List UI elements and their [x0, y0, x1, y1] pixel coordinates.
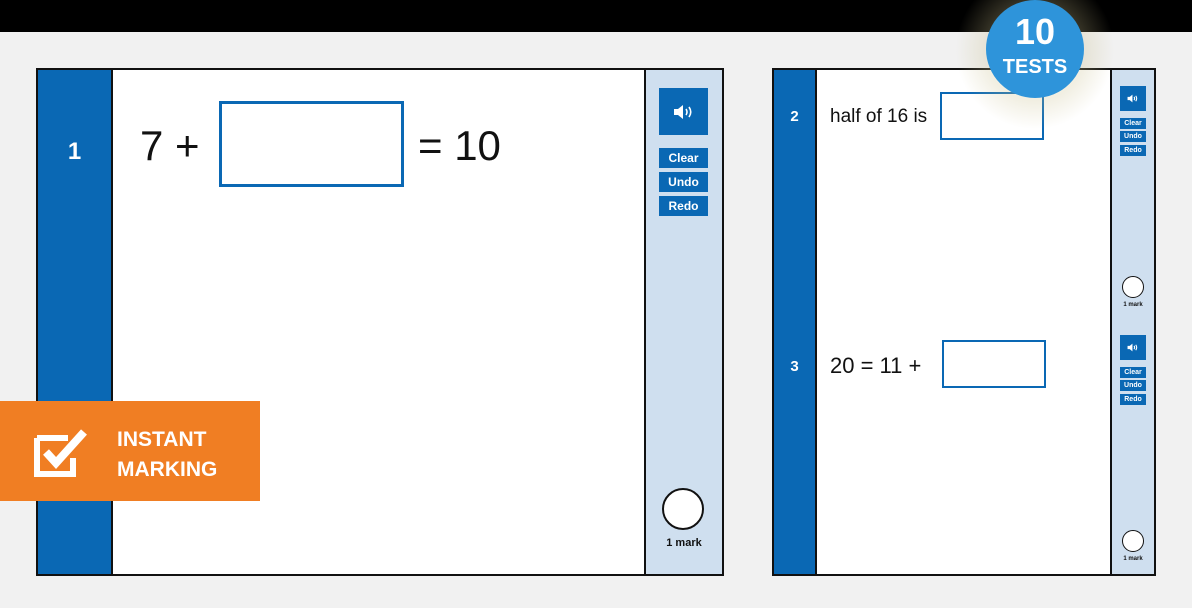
checkbox-check-icon — [34, 429, 87, 477]
redo-button[interactable]: Redo — [659, 196, 708, 216]
undo-button[interactable]: Undo — [1120, 380, 1146, 391]
tool-sidebar: Clear Undo Redo 1 mark — [644, 70, 722, 574]
question-text: 20 = 11 + — [830, 353, 922, 378]
question-number: 2 — [790, 108, 799, 125]
tests-count: 10 — [1014, 11, 1056, 52]
tests-badge: 10 TESTS — [986, 0, 1084, 98]
question-number-strip: 2 3 — [774, 70, 817, 574]
mark-circle[interactable] — [1122, 276, 1144, 298]
answer-input[interactable] — [219, 101, 404, 187]
answer-input[interactable] — [942, 340, 1046, 388]
audio-button[interactable] — [1120, 86, 1146, 111]
mark-circle[interactable] — [662, 488, 704, 530]
question-text: half of 16 is — [830, 106, 928, 127]
question-number: 3 — [790, 358, 799, 375]
mark-circle[interactable] — [1122, 530, 1144, 552]
clear-button[interactable]: Clear — [659, 148, 708, 168]
mark-label: 1 mark — [666, 537, 702, 549]
question-number: 1 — [67, 138, 82, 165]
speaker-icon — [1127, 343, 1138, 352]
instant-marking-label: INSTANT MARKING — [117, 428, 218, 481]
tool-sidebar: Clear Undo Redo 1 mark Clear Undo Redo 1… — [1110, 70, 1154, 574]
undo-button[interactable]: Undo — [659, 172, 708, 192]
redo-button[interactable]: Redo — [1120, 394, 1146, 405]
clear-button[interactable]: Clear — [1120, 367, 1146, 378]
redo-button[interactable]: Redo — [1120, 145, 1146, 156]
clear-button[interactable]: Clear — [1120, 118, 1146, 129]
speaker-icon — [1127, 94, 1138, 103]
undo-button[interactable]: Undo — [1120, 131, 1146, 142]
instant-marking-badge: INSTANT MARKING — [0, 401, 260, 501]
audio-button[interactable] — [1120, 335, 1146, 360]
tests-label: TESTS — [1002, 56, 1068, 78]
question-text-before: 7 + — [140, 122, 200, 169]
audio-button[interactable] — [659, 88, 708, 135]
mark-label: 1 mark — [1123, 556, 1143, 562]
question-text-after: = 10 — [418, 122, 501, 169]
mark-label: 1 mark — [1123, 302, 1143, 308]
speaker-icon — [673, 104, 692, 119]
question-panel-2-3: 2 3 half of 16 is 20 = 11 + Clear Undo R… — [772, 68, 1156, 576]
